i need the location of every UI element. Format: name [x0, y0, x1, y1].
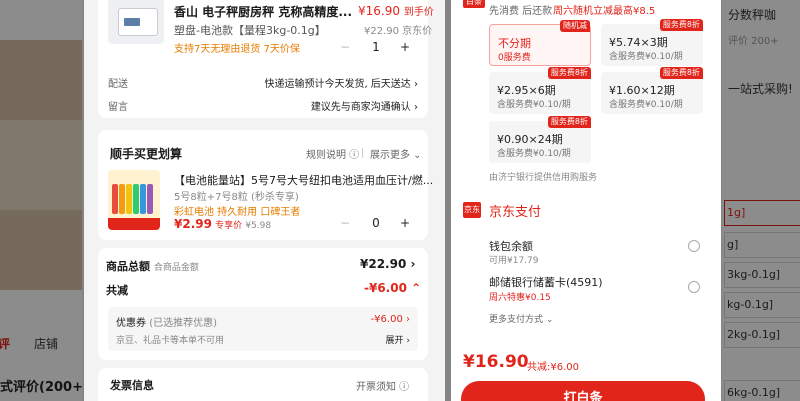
product-spec[interactable]: 塑盘-电池款【量程3kg-0.1g】	[174, 22, 326, 38]
option-badge: 服务费8折	[547, 116, 591, 128]
product-card: 香山 电子秤厨房秤 克称高精度... ¥16.90 到手价 塑盘-电池款【量程3…	[98, 0, 434, 118]
wallet-radio[interactable]	[688, 240, 700, 252]
total-label: 商品总额 合商品金额	[106, 260, 199, 273]
invoice-card: 发票信息 开票须知 ⓘ	[98, 368, 428, 401]
total-value: ¥22.90 ›	[360, 257, 416, 271]
minus-icon[interactable]: −	[336, 216, 354, 230]
option-sub: 含服务费¥0.10/期	[497, 149, 571, 159]
rules-link[interactable]: 规则说明 ⓘ	[306, 146, 359, 161]
order-details-panel: 香山 电子秤厨房秤 克称高精度... ¥16.90 到手价 塑盘-电池款【量程3…	[84, 0, 445, 401]
wallet-balance-sub: 可用¥17.79	[489, 256, 539, 266]
bank-card-label[interactable]: 邮储银行储蓄卡(4591)	[489, 274, 603, 290]
product-title[interactable]: 香山 电子秤厨房秤 克称高精度...	[174, 3, 352, 20]
option-badge: 服务费8折	[547, 67, 591, 79]
expand-link[interactable]: 展开 ›	[386, 333, 410, 346]
installment-promo: 周六随机立减最高¥8.5	[553, 6, 656, 17]
addon-quantity-value[interactable]: 0	[358, 216, 394, 230]
plus-icon[interactable]: +	[396, 216, 414, 230]
installment-option-1[interactable]: 随机减 不分期 0服务费	[489, 20, 591, 66]
gift-card-note: 京豆、礼品卡等本单不可用	[116, 336, 225, 346]
more-payment-methods[interactable]: 更多支付方式 ⌄	[489, 312, 553, 325]
bank-note: 由济宁银行提供信用购服务	[489, 173, 598, 183]
option-badge: 随机减	[560, 20, 590, 32]
installment-option-12[interactable]: 服务费8折 ¥1.60×12期 含服务费¥0.10/期	[601, 67, 703, 114]
baitiao-tag: 白条	[463, 0, 485, 8]
option-main: ¥5.74×3期	[609, 36, 668, 49]
jd-pay-icon: 京东	[463, 202, 481, 218]
summary-card: 商品总额 合商品金额 ¥22.90 › 共减 -¥6.00 ⌃ 优惠券 (已选推…	[98, 248, 428, 360]
invoice-label: 发票信息	[110, 379, 154, 392]
plus-icon[interactable]: +	[396, 40, 414, 54]
message-label: 留言	[108, 102, 128, 113]
pay-button[interactable]: 打白条	[461, 381, 705, 401]
option-sub: 含服务费¥0.10/期	[497, 100, 571, 110]
minus-icon[interactable]: −	[336, 40, 354, 54]
show-more-link[interactable]: 展示更多 ⌄	[370, 146, 422, 161]
installment-option-3[interactable]: 服务费8折 ¥5.74×3期 含服务费¥0.10/期	[601, 19, 703, 66]
addon-quantity-stepper: − 0 +	[336, 216, 416, 234]
bank-card-promo: 周六特惠¥0.15	[489, 293, 551, 303]
wallet-balance-label[interactable]: 钱包余额	[489, 238, 533, 254]
final-price: ¥16.90	[463, 352, 529, 372]
option-main: ¥2.95×6期	[497, 84, 556, 97]
option-main: 不分期	[498, 37, 531, 50]
coupon-label: 优惠券 (已选推荐优惠)	[116, 318, 217, 329]
product-original-price: ¥22.90 京东价	[364, 26, 433, 37]
option-main: ¥1.60×12期	[609, 84, 675, 97]
installment-note: 先消费 后还款	[489, 6, 553, 17]
addon-item-spec: 5号8粒+7号8粒 (秒杀专享)	[174, 192, 299, 203]
option-sub: 0服务费	[498, 53, 531, 63]
product-price: ¥16.90 到手价	[358, 4, 434, 18]
discount-value[interactable]: -¥6.00 ⌃	[364, 281, 421, 295]
option-sub: 含服务费¥0.10/期	[609, 52, 683, 62]
addon-item-tags: 彩虹电池 持久耐用 口碑王者	[174, 207, 301, 218]
bank-card-radio[interactable]	[688, 281, 700, 293]
addon-item-title[interactable]: 【电池能量站】5号7号大号纽扣电池适用血压计/燃...	[174, 172, 433, 188]
quantity-value[interactable]: 1	[358, 40, 394, 54]
installment-option-6[interactable]: 服务费8折 ¥2.95×6期 含服务费¥0.10/期	[489, 67, 591, 114]
product-promo: 支持7天无理由退货 7天价保	[174, 44, 300, 55]
addon-item-price: ¥2.99 专享价 ¥5.98	[174, 217, 272, 231]
option-badge: 服务费8折	[659, 67, 703, 79]
option-sub: 含服务费¥0.10/期	[609, 100, 683, 110]
addon-card: 顺手买更划算 规则说明 ⓘ 展示更多 ⌄ 【电池能量站】5号7号大号纽扣电池适用…	[98, 130, 433, 240]
discount-label: 共减	[106, 284, 128, 297]
battery-image[interactable]	[108, 170, 160, 230]
installment-option-24[interactable]: 服务费8折 ¥0.90×24期 含服务费¥0.10/期	[489, 116, 591, 163]
message-value[interactable]: 建议先与商家沟通确认 ›	[311, 98, 418, 113]
option-main: ¥0.90×24期	[497, 133, 563, 146]
delivery-value[interactable]: 快递运输预计今天发货, 后天送达 ›	[264, 75, 418, 90]
jd-pay-title: 京东支付	[489, 205, 542, 220]
coupon-box: 优惠券 (已选推荐优惠) -¥6.00 › 京豆、礼品卡等本单不可用 展开 ›	[108, 307, 418, 351]
delivery-label: 配送	[108, 79, 128, 90]
quantity-stepper: − 1 +	[336, 40, 416, 58]
option-badge: 服务费8折	[659, 19, 703, 31]
invoice-notice-link[interactable]: 开票须知 ⓘ	[356, 378, 409, 393]
coupon-value[interactable]: -¥6.00 ›	[371, 314, 410, 325]
final-discount: 共减:¥6.00	[527, 362, 579, 373]
payment-panel: 白条 先消费 后还款 周六随机立减最高¥8.5 随机减 不分期 0服务费 服务费…	[451, 0, 721, 401]
product-image[interactable]	[108, 0, 164, 44]
addon-title: 顺手买更划算	[110, 147, 183, 161]
